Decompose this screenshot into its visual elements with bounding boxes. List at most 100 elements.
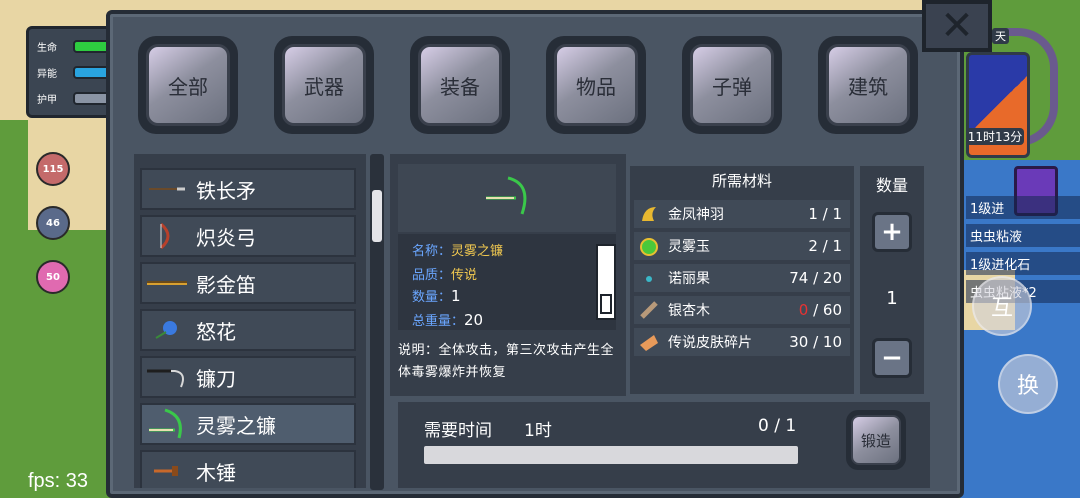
close-button[interactable]: ✕ bbox=[922, 0, 992, 52]
tab-bullets[interactable]: 子弹 bbox=[682, 36, 782, 134]
item-name: 木锤 bbox=[196, 460, 236, 485]
item-description: 说明：全体攻击，第三次攻击产生全体毒雾爆炸并恢复 bbox=[398, 343, 615, 380]
mist-scythe-icon bbox=[142, 408, 192, 439]
stat-value: 20 bbox=[464, 311, 484, 329]
stat-name-row: 名称：灵雾之镰 bbox=[412, 240, 503, 259]
increase-button[interactable]: + bbox=[872, 212, 912, 252]
material-have: 0 bbox=[798, 301, 809, 319]
resource-orb: 115 bbox=[36, 152, 70, 186]
item-list: 铁长矛 炽炎弓 影金笛 怒花 镰刀 灵雾之镰 木锤 bbox=[134, 154, 366, 488]
material-name: 灵雾玉 bbox=[668, 239, 710, 255]
armor-row: 护甲 bbox=[37, 91, 113, 106]
craft-progress-bar bbox=[424, 446, 798, 464]
materials-title: 所需材料 bbox=[711, 172, 772, 190]
bow-icon bbox=[142, 221, 192, 251]
list-item[interactable]: 铁长矛 bbox=[140, 168, 356, 210]
spear-icon bbox=[142, 174, 192, 204]
resource-orb: 46 bbox=[36, 206, 70, 240]
tab-label: 全部 bbox=[146, 44, 230, 126]
switch-button[interactable]: 换 bbox=[998, 354, 1058, 414]
list-item[interactable]: 镰刀 bbox=[140, 356, 356, 398]
stat-key: 数量： bbox=[412, 290, 452, 305]
clock-day-label: 天 bbox=[992, 28, 1009, 44]
stat-key: 品质： bbox=[412, 268, 452, 283]
material-count: 0 / 60 bbox=[798, 301, 842, 319]
material-name: 诺丽果 bbox=[668, 271, 710, 287]
material-have: 74 bbox=[789, 269, 809, 287]
material-row: 银杏木 0 / 60 bbox=[634, 296, 850, 324]
item-stats: 名称：灵雾之镰 品质：传说 数量：1 总重量：20 bbox=[398, 234, 616, 330]
material-row: 传说皮肤碎片 30 / 10 bbox=[634, 328, 850, 356]
energy-label: 异能 bbox=[37, 69, 57, 80]
stat-key: 总重量： bbox=[412, 314, 465, 329]
mist-scythe-icon bbox=[482, 174, 532, 222]
tab-label: 装备 bbox=[418, 44, 502, 126]
tab-buildings[interactable]: 建筑 bbox=[818, 36, 918, 134]
material-count: 30 / 10 bbox=[789, 333, 842, 351]
materials-panel: 所需材料 金凤神羽 1 / 1 灵雾玉 2 / 1 诺丽果 74 / 20 银杏… bbox=[630, 166, 854, 394]
stat-quality-row: 品质：传说 bbox=[412, 264, 477, 283]
fps-counter: fps: 33 bbox=[28, 470, 89, 492]
tab-all[interactable]: 全部 bbox=[138, 36, 238, 134]
material-row: 灵雾玉 2 / 1 bbox=[634, 232, 850, 260]
forge-label: 锻造 bbox=[851, 415, 901, 465]
item-preview bbox=[398, 164, 616, 232]
weight-gauge-fill bbox=[600, 294, 612, 314]
material-name: 金凤神羽 bbox=[668, 207, 724, 223]
material-have: 30 bbox=[789, 333, 809, 351]
list-item[interactable]: 灵雾之镰 bbox=[140, 403, 356, 445]
quest-item[interactable]: 1级进 bbox=[966, 196, 1080, 219]
material-name: 传说皮肤碎片 bbox=[668, 335, 752, 351]
material-count: 1 / 1 bbox=[808, 205, 842, 223]
progress-count: 0 / 1 bbox=[758, 416, 797, 436]
stat-value: 传说 bbox=[451, 268, 478, 283]
item-name: 影金笛 bbox=[196, 272, 256, 297]
tab-label: 子弹 bbox=[690, 44, 774, 126]
item-name: 炽炎弓 bbox=[196, 225, 256, 250]
list-item[interactable]: 炽炎弓 bbox=[140, 215, 356, 257]
quest-item[interactable]: 1级进化石 bbox=[966, 252, 1080, 275]
armor-label: 护甲 bbox=[37, 95, 57, 106]
tab-items[interactable]: 物品 bbox=[546, 36, 646, 134]
material-row: 金凤神羽 1 / 1 bbox=[634, 200, 850, 228]
tab-equipment[interactable]: 装备 bbox=[410, 36, 510, 134]
category-tabs: 全部 武器 装备 物品 子弹 建筑 bbox=[138, 36, 918, 134]
list-item[interactable]: 怒花 bbox=[140, 309, 356, 351]
quest-item[interactable]: 虫虫粘液 bbox=[966, 224, 1080, 247]
material-have: 2 bbox=[808, 237, 818, 255]
jade-icon bbox=[634, 234, 664, 258]
list-item[interactable]: 影金笛 bbox=[140, 262, 356, 304]
material-name: 银杏木 bbox=[668, 303, 710, 319]
material-need: 20 bbox=[822, 269, 842, 287]
item-name: 怒花 bbox=[196, 319, 236, 344]
tab-label: 武器 bbox=[282, 44, 366, 126]
hammer-icon bbox=[142, 456, 192, 486]
stat-key: 名称： bbox=[412, 244, 452, 259]
sickle-icon bbox=[142, 362, 192, 392]
list-item[interactable]: 木锤 bbox=[140, 450, 356, 488]
tab-weapons[interactable]: 武器 bbox=[274, 36, 374, 134]
item-name: 镰刀 bbox=[196, 366, 236, 391]
decrease-button[interactable]: − bbox=[872, 338, 912, 378]
clock-time: 11时13分 bbox=[966, 128, 1024, 145]
phoenix-feather-icon bbox=[634, 202, 664, 226]
stat-weight-row: 总重量：20 bbox=[412, 310, 483, 329]
flute-icon bbox=[142, 268, 192, 298]
hp-label: 生命 bbox=[37, 43, 57, 54]
flower-icon bbox=[142, 315, 192, 345]
resource-orb: 50 bbox=[36, 260, 70, 294]
quantity-title: 数量 bbox=[875, 176, 908, 195]
item-name: 灵雾之镰 bbox=[196, 413, 276, 438]
scroll-thumb[interactable] bbox=[372, 190, 382, 242]
ginkgo-wood-icon bbox=[634, 298, 664, 322]
forge-button[interactable]: 锻造 bbox=[846, 410, 906, 470]
item-list-scrollbar[interactable] bbox=[370, 154, 384, 490]
quantity-value: 1 bbox=[886, 288, 898, 309]
tab-label: 建筑 bbox=[826, 44, 910, 126]
time-label: 需要时间 bbox=[424, 421, 492, 441]
material-count: 2 / 1 bbox=[808, 237, 842, 255]
hp-row: 生命 bbox=[37, 39, 113, 54]
interact-button[interactable]: 互 bbox=[972, 276, 1032, 336]
skin-shard-icon bbox=[634, 330, 664, 354]
material-need: 1 bbox=[832, 205, 842, 223]
